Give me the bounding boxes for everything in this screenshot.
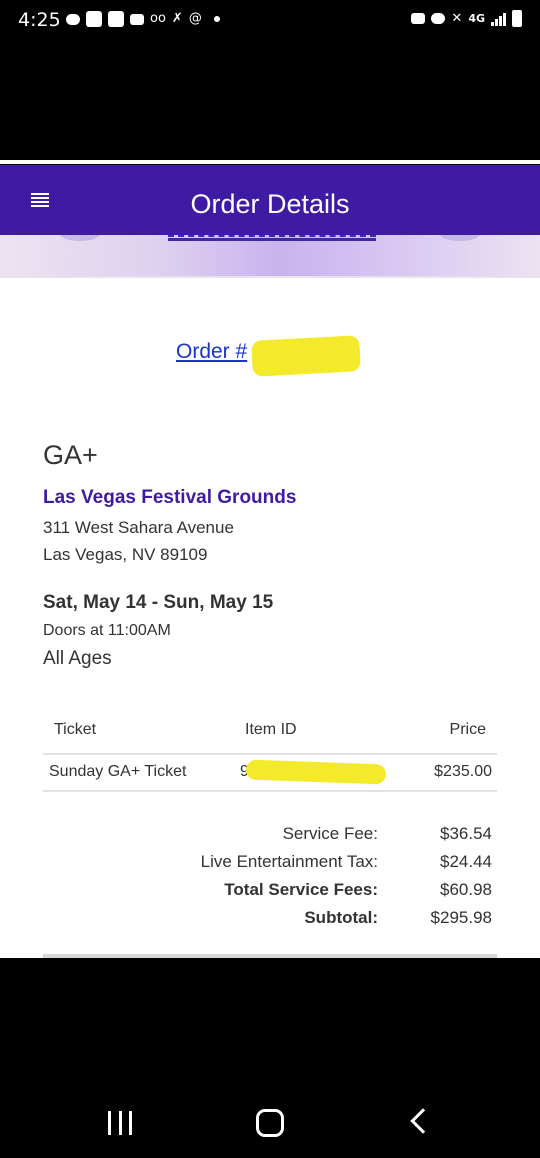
banner-glow-right (440, 235, 480, 241)
section-divider (43, 954, 497, 958)
redaction-mark (251, 335, 361, 377)
call-filter-icon-2 (108, 11, 124, 27)
header-ticket: Ticket (54, 721, 97, 738)
venue-address-line1: 311 West Sahara Avenue (43, 518, 234, 537)
divider (0, 160, 540, 164)
table-row-rule (43, 790, 497, 792)
event-banner (0, 235, 540, 276)
tax-label: Live Entertainment Tax: (200, 852, 378, 871)
system-icons: ✕ 4G (411, 10, 522, 27)
doors-time: Doors at 11:00AM (43, 622, 171, 639)
more-notifications-dot-icon (213, 16, 220, 22)
banner-glow-left (60, 235, 100, 241)
network-type: 4G (468, 12, 485, 25)
venue-name: Las Vegas Festival Grounds (43, 487, 297, 508)
signal-icon (491, 12, 506, 26)
page-title: Order Details (190, 189, 350, 219)
battery-icon (512, 10, 522, 27)
voicemail-icon: oo (150, 11, 166, 26)
mail-icon (130, 13, 144, 25)
row-price: $235.00 (434, 763, 492, 780)
alarm-icon (431, 13, 446, 24)
subtotal-value: $295.98 (430, 908, 492, 927)
total-fees-value: $60.98 (440, 880, 492, 899)
order-link-prefix: Order # (176, 340, 248, 363)
missed-call-icon: ✗ (171, 11, 183, 26)
subtotal-label: Subtotal: (304, 908, 378, 927)
home-icon[interactable] (256, 1109, 284, 1137)
age-restriction: All Ages (43, 648, 112, 669)
notification-icons: oo ✗ @ (66, 11, 220, 27)
chat-icon (66, 13, 80, 25)
status-bar: 4:25 oo ✗ @ ✕ 4G (0, 0, 540, 40)
header-item-id: Item ID (245, 721, 297, 738)
venue-address-line2: Las Vegas, NV 89109 (43, 545, 208, 564)
call-filter-icon (86, 11, 102, 27)
mute-icon: ✕ (451, 10, 463, 26)
service-fee-label: Service Fee: (282, 824, 378, 843)
header-price: Price (449, 721, 486, 738)
sync-icon (411, 13, 426, 24)
at-sign-icon: @ (188, 11, 202, 26)
table-header-rule (43, 753, 497, 755)
status-time: 4:25 (18, 9, 61, 31)
service-fee-value: $36.54 (440, 824, 492, 843)
banner-logo-text (168, 235, 376, 241)
ticket-type: GA+ (43, 440, 98, 470)
total-fees-label: Total Service Fees: (224, 880, 378, 899)
event-dates: Sat, May 14 - Sun, May 15 (43, 592, 274, 613)
row-ticket-name: Sunday GA+ Ticket (49, 763, 187, 780)
recents-icon[interactable] (108, 1111, 132, 1135)
tax-value: $24.44 (440, 852, 492, 871)
